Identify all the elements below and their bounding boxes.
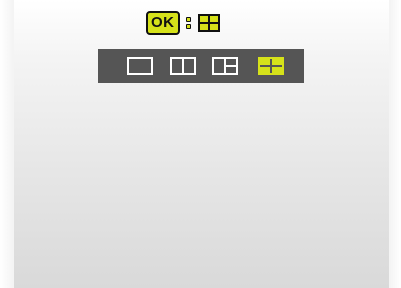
colon-separator bbox=[185, 13, 193, 33]
frame-left-edge bbox=[0, 0, 14, 288]
triple-view-button[interactable] bbox=[212, 57, 238, 75]
screen: OK bbox=[0, 0, 401, 288]
ok-key-icon: OK bbox=[146, 11, 180, 35]
frame-right-edge bbox=[389, 0, 401, 288]
layout-selector-bar bbox=[98, 49, 304, 83]
quad-view-button[interactable] bbox=[258, 57, 284, 75]
single-view-icon bbox=[127, 57, 153, 75]
quad-view-selected-icon bbox=[258, 57, 284, 75]
ok-hint: OK bbox=[146, 11, 220, 35]
dual-view-icon bbox=[170, 57, 196, 75]
dual-view-button[interactable] bbox=[170, 57, 196, 75]
triple-view-icon bbox=[212, 57, 238, 75]
quad-view-icon bbox=[197, 14, 220, 32]
single-view-button[interactable] bbox=[127, 57, 153, 75]
